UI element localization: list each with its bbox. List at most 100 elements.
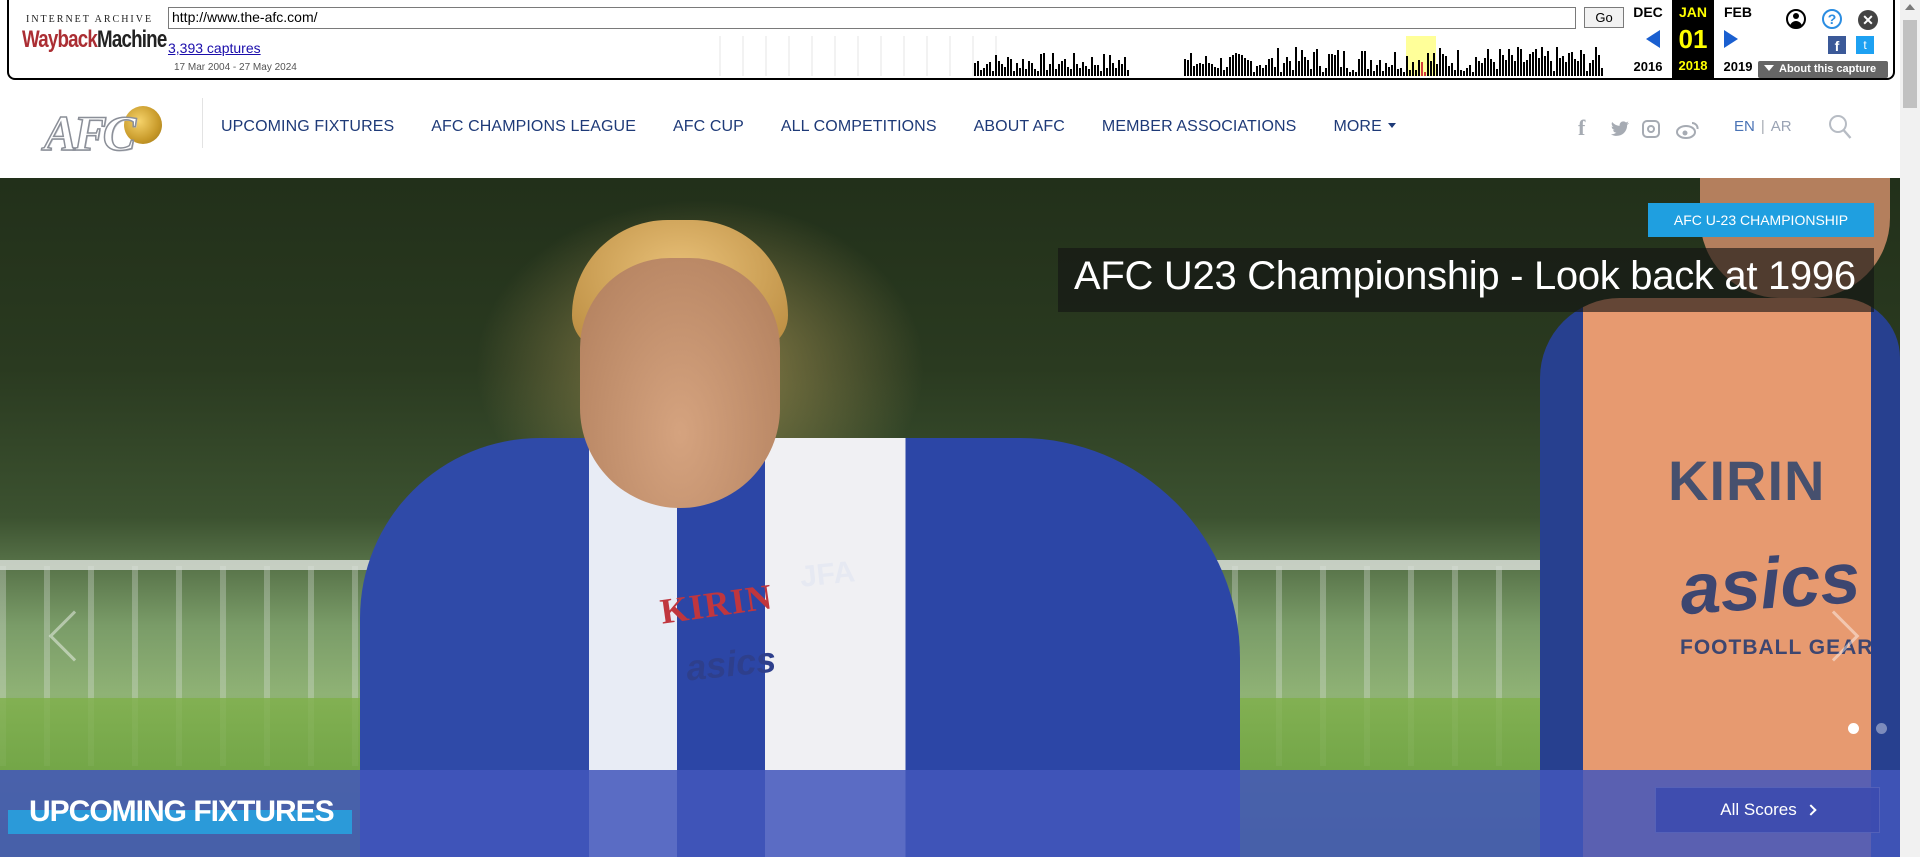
wayback-prev-month[interactable]: DEC bbox=[1630, 4, 1666, 20]
weibo-icon[interactable] bbox=[1676, 121, 1700, 139]
sparkline-bar bbox=[1214, 67, 1216, 76]
sparkline-bar bbox=[1265, 65, 1267, 76]
sparkline-bar bbox=[1478, 61, 1480, 76]
sparkline-bar bbox=[1391, 65, 1393, 76]
sparkline-bar bbox=[1544, 56, 1546, 76]
wayback-next-year[interactable]: 2019 bbox=[1720, 59, 1756, 74]
sparkline-bar bbox=[1199, 63, 1201, 76]
wayback-logo-main: WaybackMachine bbox=[22, 26, 167, 54]
wayback-go-button[interactable]: Go bbox=[1584, 7, 1624, 28]
all-scores-button[interactable]: All Scores bbox=[1655, 787, 1880, 833]
sparkline-bar bbox=[1070, 69, 1072, 76]
hero-slider[interactable]: KIRIN asics FOOTBALL GEAR KIRIN asics JF… bbox=[0, 178, 1900, 857]
sparkline-bar bbox=[1577, 61, 1579, 76]
nav-afc-cup[interactable]: AFC CUP bbox=[673, 118, 744, 136]
sparkline-bar bbox=[1277, 48, 1279, 76]
sparkline-bar bbox=[1358, 59, 1360, 76]
sparkline-bar bbox=[1280, 72, 1282, 76]
nav-member-associations[interactable]: MEMBER ASSOCIATIONS bbox=[1102, 118, 1297, 136]
wayback-current-year: 2018 bbox=[1678, 58, 1708, 73]
sparkline-bar bbox=[1319, 66, 1321, 76]
sparkline-bar bbox=[1250, 61, 1252, 76]
nav-all-competitions[interactable]: ALL COMPETITIONS bbox=[781, 118, 937, 136]
slider-dot[interactable] bbox=[1876, 723, 1887, 734]
wayback-next-month[interactable]: FEB bbox=[1720, 4, 1756, 20]
sparkline-bar bbox=[1067, 67, 1069, 76]
sparkline-bar bbox=[1334, 55, 1336, 76]
sparkline-bar bbox=[1112, 63, 1114, 76]
sparkline-bar bbox=[1547, 51, 1549, 76]
sparkline-bar bbox=[1541, 47, 1543, 76]
sparkline-bar bbox=[1574, 59, 1576, 76]
wayback-current-date: JAN 01 2018 bbox=[1672, 0, 1714, 78]
sparkline-bar bbox=[998, 61, 1000, 76]
sparkline-bar bbox=[1565, 62, 1567, 76]
instagram-icon[interactable] bbox=[1642, 120, 1660, 138]
scroll-up-icon[interactable] bbox=[1905, 4, 1915, 10]
sparkline-bar bbox=[1424, 72, 1426, 76]
wayback-prev-arrow-icon[interactable] bbox=[1646, 30, 1660, 48]
sparkline-bar bbox=[1241, 55, 1243, 76]
sparkline-bar bbox=[1118, 60, 1120, 76]
wayback-prev-year[interactable]: 2016 bbox=[1630, 59, 1666, 74]
close-icon[interactable]: ✕ bbox=[1858, 10, 1878, 30]
sparkline-bar bbox=[1373, 71, 1375, 76]
sparkline-bar bbox=[1226, 67, 1228, 76]
about-capture-button[interactable]: About this capture bbox=[1758, 61, 1888, 78]
sparkline-bar bbox=[1322, 72, 1324, 76]
sparkline-bar bbox=[1370, 60, 1372, 76]
facebook-icon[interactable]: f bbox=[1828, 36, 1846, 54]
sparkline-bar bbox=[1340, 67, 1342, 76]
sparkline-bar bbox=[1073, 53, 1075, 76]
sparkline-bar bbox=[1034, 69, 1036, 76]
twitter-icon[interactable]: t bbox=[1856, 36, 1874, 54]
search-icon[interactable] bbox=[1828, 114, 1852, 140]
nav-about-afc[interactable]: ABOUT AFC bbox=[974, 118, 1065, 136]
sparkline-bar bbox=[1232, 55, 1234, 76]
sparkline-bar bbox=[1010, 59, 1012, 76]
sparkline-bar bbox=[1247, 60, 1249, 76]
afc-logo-text: AFC bbox=[43, 104, 137, 162]
header-divider bbox=[202, 98, 203, 148]
page-scrollbar[interactable] bbox=[1900, 0, 1920, 857]
user-icon[interactable] bbox=[1786, 9, 1806, 29]
wayback-captures-link[interactable]: 3,393 captures bbox=[168, 40, 261, 56]
sparkline-bar bbox=[1292, 70, 1294, 76]
help-icon[interactable]: ? bbox=[1822, 9, 1842, 29]
scrollbar-thumb[interactable] bbox=[1903, 20, 1917, 108]
wayback-logo[interactable]: INTERNET ARCHIVE WaybackMachine bbox=[22, 10, 167, 60]
facebook-icon[interactable]: f bbox=[1578, 115, 1585, 141]
nav-afc-champions-league[interactable]: AFC CHAMPIONS LEAGUE bbox=[431, 118, 636, 136]
sparkline-bar bbox=[983, 68, 985, 76]
main-nav: UPCOMING FIXTURES AFC CHAMPIONS LEAGUE AFC… bbox=[221, 118, 1433, 136]
sparkline-bar bbox=[1328, 54, 1330, 76]
sparkline-bar bbox=[1313, 52, 1315, 76]
wayback-current-month: JAN bbox=[1678, 4, 1707, 20]
wayback-url-input[interactable]: http://www.the-afc.com/ bbox=[168, 7, 1576, 29]
slider-dot-active[interactable] bbox=[1848, 723, 1859, 734]
hero-title[interactable]: AFC U23 Championship - Look back at 1996 bbox=[1074, 254, 1856, 299]
sparkline-bar bbox=[1430, 61, 1432, 76]
afc-logo[interactable]: AFC bbox=[42, 100, 166, 162]
lang-en[interactable]: EN bbox=[1734, 118, 1755, 135]
wayback-next-arrow-icon[interactable] bbox=[1724, 30, 1738, 48]
lang-ar[interactable]: AR bbox=[1771, 118, 1792, 135]
nav-more[interactable]: MORE bbox=[1333, 118, 1396, 136]
nav-more-label: MORE bbox=[1333, 118, 1382, 135]
sparkline-bar bbox=[1268, 59, 1270, 76]
sparkline-bar bbox=[1007, 57, 1009, 76]
nav-upcoming-fixtures[interactable]: UPCOMING FIXTURES bbox=[221, 118, 394, 136]
twitter-icon[interactable] bbox=[1610, 121, 1630, 137]
sparkline-bar bbox=[1301, 50, 1303, 76]
wayback-capture-sparkline[interactable] bbox=[714, 36, 1608, 76]
sparkline-bar bbox=[1127, 70, 1129, 76]
sparkline-bar bbox=[1511, 55, 1513, 76]
hero-category-badge[interactable]: AFC U-23 CHAMPIONSHIP bbox=[1648, 203, 1874, 237]
sparkline-bar bbox=[1304, 57, 1306, 76]
sparkline-bar bbox=[1274, 67, 1276, 76]
sparkline-bar bbox=[1490, 59, 1492, 76]
sparkline-bar bbox=[1385, 63, 1387, 76]
sparkline-bar bbox=[1262, 68, 1264, 76]
sparkline-bar bbox=[980, 70, 982, 76]
sparkline-bar bbox=[1013, 71, 1015, 76]
